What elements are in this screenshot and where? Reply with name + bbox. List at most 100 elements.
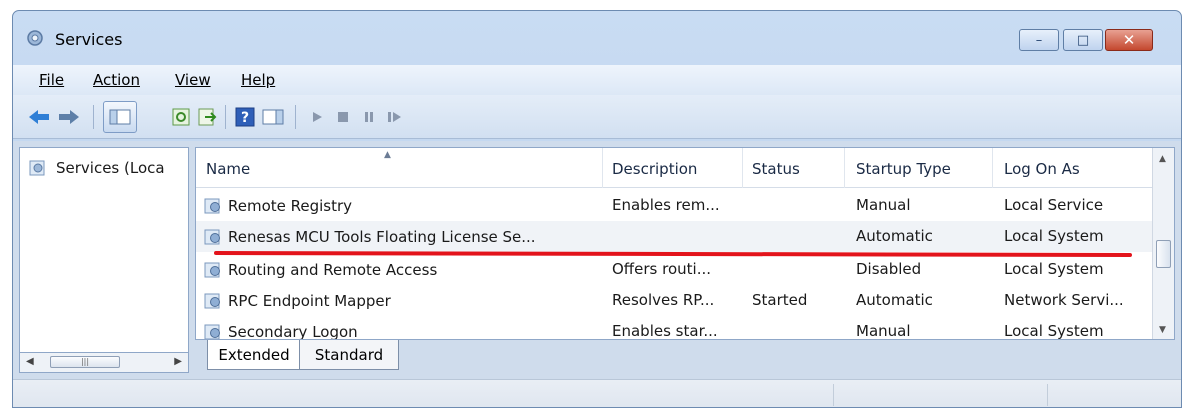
export-list-icon (198, 108, 217, 126)
toolbar-separator (295, 105, 296, 129)
show-hide-console-tree-button[interactable] (103, 101, 137, 133)
menu-action[interactable]: Action (93, 71, 140, 89)
service-name: Routing and Remote Access (228, 261, 438, 279)
column-divider[interactable] (992, 148, 993, 188)
table-row[interactable]: Renesas MCU Tools Floating License Se...… (196, 221, 1152, 252)
tab-extended[interactable]: Extended (207, 340, 301, 370)
service-description: Enables rem... (612, 196, 720, 214)
scroll-thumb[interactable]: ||| (50, 356, 120, 368)
service-name: Secondary Logon (228, 323, 358, 340)
tree-item-label: Services (Loca (56, 159, 165, 177)
table-row[interactable]: Secondary Logon Enables star... Manual L… (196, 316, 1152, 340)
stop-service-button[interactable] (331, 105, 355, 129)
toolbar-separator (225, 105, 226, 129)
close-button[interactable]: ✕ (1105, 29, 1153, 51)
forward-arrow-icon (59, 110, 79, 124)
scroll-up-icon[interactable]: ▲ (1159, 154, 1166, 164)
toolbar-separator (93, 105, 94, 129)
refresh-button[interactable] (169, 105, 193, 129)
service-log-on-as: Local System (1004, 322, 1104, 340)
back-button[interactable] (27, 105, 51, 129)
scroll-down-icon[interactable]: ▼ (1159, 325, 1166, 335)
service-description: Resolves RP... (612, 291, 715, 309)
toolbar: ? (13, 95, 1181, 139)
minimize-button[interactable]: – (1019, 29, 1059, 51)
close-icon: ✕ (1122, 30, 1136, 49)
help-button[interactable]: ? (233, 105, 257, 129)
list-vertical-scrollbar[interactable]: ▲ ▼ (1152, 148, 1174, 339)
service-log-on-as: Local System (1004, 227, 1104, 245)
start-service-button[interactable] (305, 105, 329, 129)
menu-file[interactable]: File (39, 71, 64, 89)
table-row[interactable]: Remote Registry Enables rem... Manual Lo… (196, 190, 1152, 221)
service-startup-type: Automatic (856, 291, 933, 309)
console-tree: Services (Loca (19, 147, 189, 353)
services-window: Services – □ ✕ File Action View Help ? S… (12, 10, 1182, 408)
service-name-cell: Routing and Remote Access (204, 260, 600, 280)
service-name-cell: Secondary Logon (204, 322, 600, 340)
scroll-right-icon[interactable]: ▶ (174, 356, 182, 367)
column-header-name[interactable]: Name (206, 160, 250, 178)
scroll-left-icon[interactable]: ◀ (26, 356, 34, 367)
service-name-cell: Renesas MCU Tools Floating License Se... (204, 227, 600, 247)
service-status: Started (752, 291, 808, 309)
back-arrow-icon (29, 110, 49, 124)
status-divider (833, 384, 834, 406)
service-name: Renesas MCU Tools Floating License Se... (228, 228, 536, 246)
menu-view-label: View (175, 71, 211, 89)
service-name: RPC Endpoint Mapper (228, 292, 391, 310)
tab-standard[interactable]: Standard (299, 340, 399, 370)
service-log-on-as: Local System (1004, 260, 1104, 278)
status-bar (13, 379, 1181, 407)
service-name: Remote Registry (228, 197, 353, 215)
refresh-icon (172, 108, 190, 126)
services-gear-icon (27, 30, 43, 46)
column-divider[interactable] (844, 148, 845, 188)
resume-service-button[interactable] (383, 105, 407, 129)
title-bar[interactable]: Services – □ ✕ (13, 11, 1181, 63)
table-row[interactable]: RPC Endpoint Mapper Resolves RP... Start… (196, 285, 1152, 316)
service-description: Offers routi... (612, 260, 711, 278)
table-row[interactable]: Routing and Remote Access Offers routi..… (196, 254, 1152, 285)
service-startup-type: Automatic (856, 227, 933, 245)
menu-bar: File Action View Help (13, 65, 1181, 95)
list-header: ▲ Name Description Status Startup Type L… (196, 148, 1152, 188)
scroll-thumb[interactable] (1156, 240, 1171, 268)
service-log-on-as: Local Service (1004, 196, 1104, 214)
tree-horizontal-scrollbar[interactable]: ◀ ||| ▶ (19, 353, 189, 373)
view-tabs: Extended Standard (195, 340, 1175, 374)
menu-help[interactable]: Help (241, 71, 275, 89)
column-header-log-on-as[interactable]: Log On As (1004, 160, 1080, 178)
services-list: ▲ Name Description Status Startup Type L… (195, 147, 1175, 340)
service-name-cell: Remote Registry (204, 196, 600, 216)
service-gear-icon (204, 262, 220, 278)
column-header-startup-type[interactable]: Startup Type (856, 160, 951, 178)
maximize-button[interactable]: □ (1063, 29, 1103, 51)
export-list-button[interactable] (195, 105, 219, 129)
properties-pane-icon (262, 109, 284, 125)
service-gear-icon (204, 324, 220, 339)
service-log-on-as: Network Servi... (1004, 291, 1124, 309)
status-divider (1047, 384, 1048, 406)
pause-service-icon (365, 112, 373, 122)
resume-service-icon (388, 112, 401, 122)
service-description: Enables star... (612, 322, 718, 340)
content-area: Services (Loca ◀ ||| ▶ ▲ Name Descriptio… (13, 141, 1181, 379)
properties-pane-button[interactable] (261, 105, 285, 129)
column-header-status[interactable]: Status (752, 160, 800, 178)
svg-text:?: ? (241, 110, 249, 126)
tree-item-services-local[interactable]: Services (Loca (28, 158, 188, 178)
forward-button[interactable] (57, 105, 81, 129)
pause-service-button[interactable] (357, 105, 381, 129)
column-divider[interactable] (602, 148, 603, 188)
sort-ascending-icon: ▲ (384, 150, 391, 160)
menu-help-label: Help (241, 71, 276, 89)
column-divider[interactable] (742, 148, 743, 188)
column-header-description[interactable]: Description (612, 160, 697, 178)
maximize-icon: □ (1076, 32, 1090, 48)
service-startup-type: Disabled (856, 260, 922, 278)
service-gear-icon (204, 198, 220, 214)
show-hide-console-tree-icon (109, 109, 131, 125)
stop-service-icon (338, 112, 348, 122)
menu-view[interactable]: View (175, 71, 211, 89)
